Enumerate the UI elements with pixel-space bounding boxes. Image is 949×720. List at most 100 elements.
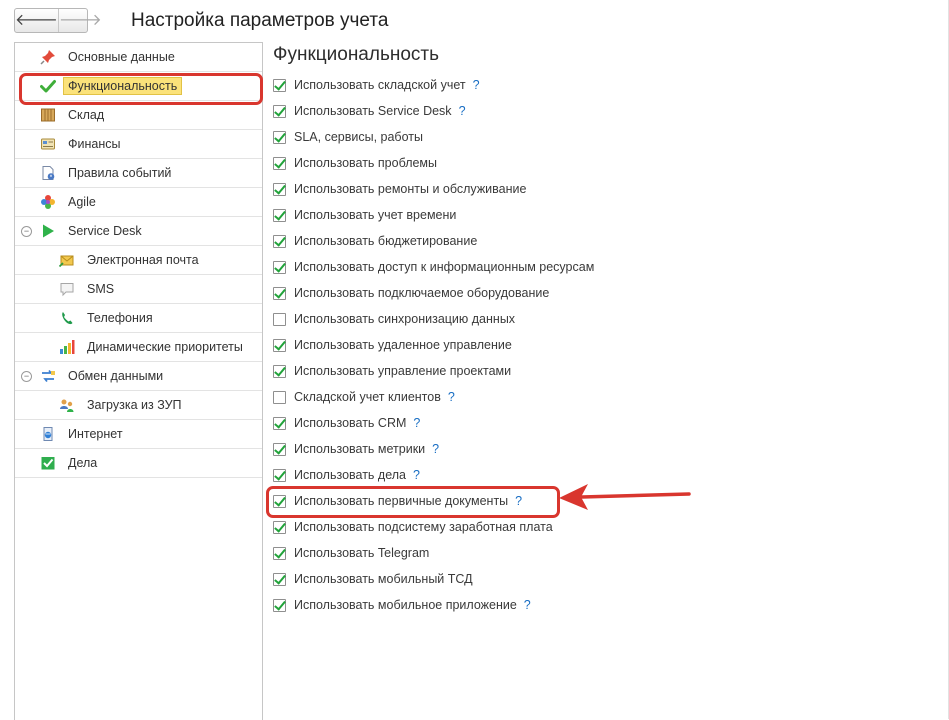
option-checkbox[interactable] (273, 338, 286, 352)
option-row: Использовать метрики? (273, 436, 594, 462)
option-label[interactable]: Использовать доступ к информационным рес… (294, 260, 594, 274)
sidebar-item-label: Интернет (68, 427, 123, 441)
option-checkbox[interactable] (273, 520, 286, 534)
option-checkbox[interactable] (273, 442, 286, 456)
option-label[interactable]: Использовать складской учет (294, 78, 466, 92)
option-label[interactable]: SLA, сервисы, работы (294, 130, 423, 144)
option-checkbox[interactable] (273, 572, 286, 586)
option-checkbox[interactable] (273, 390, 286, 404)
sidebar-item[interactable]: − Service Desk (15, 217, 262, 246)
option-label[interactable]: Использовать мобильный ТСД (294, 572, 473, 586)
sidebar-item[interactable]: Загрузка из ЗУП (15, 391, 262, 420)
option-checkbox[interactable] (273, 468, 286, 482)
option-label[interactable]: Использовать дела (294, 468, 406, 482)
sidebar-item-label: Динамические приоритеты (87, 340, 243, 354)
sidebar-item-label: Обмен данными (68, 369, 164, 383)
warehouse-icon (39, 106, 57, 124)
option-row: Использовать удаленное управление (273, 332, 594, 358)
help-icon[interactable]: ? (524, 598, 531, 612)
option-label[interactable]: Использовать CRM (294, 416, 406, 430)
sidebar-item[interactable]: Электронная почта (15, 246, 262, 275)
option-row: Использовать ремонты и обслуживание (273, 176, 594, 202)
finance-icon (39, 135, 57, 153)
help-icon[interactable]: ? (473, 78, 480, 92)
sidebar-item[interactable]: Интернет (15, 420, 262, 449)
help-icon[interactable]: ? (448, 390, 455, 404)
sidebar-item[interactable]: Телефония (15, 304, 262, 333)
collapse-toggle-icon[interactable]: − (21, 371, 32, 382)
option-checkbox[interactable] (273, 286, 286, 300)
option-label[interactable]: Использовать проблемы (294, 156, 437, 170)
collapse-toggle-icon[interactable]: − (21, 226, 32, 237)
sidebar-item-label: Дела (68, 456, 98, 470)
option-checkbox[interactable] (273, 598, 286, 612)
option-checkbox[interactable] (273, 234, 286, 248)
option-row: Использовать мобильный ТСД (273, 566, 594, 592)
option-label[interactable]: Использовать мобильное приложение (294, 598, 517, 612)
option-checkbox[interactable] (273, 364, 286, 378)
option-checkbox[interactable] (273, 260, 286, 274)
option-checkbox[interactable] (273, 312, 286, 326)
option-checkbox[interactable] (273, 208, 286, 222)
help-icon[interactable]: ? (459, 104, 466, 118)
bar-chart-icon (58, 338, 76, 356)
option-label[interactable]: Использовать синхронизацию данных (294, 312, 515, 326)
sidebar-item[interactable]: Agile (15, 188, 262, 217)
option-label[interactable]: Использовать ремонты и обслуживание (294, 182, 526, 196)
navigation-buttons: 🡐 🡒 (14, 8, 102, 33)
option-label[interactable]: Использовать Telegram (294, 546, 429, 560)
sidebar-item-label: SMS (87, 282, 115, 296)
sidebar-highlight-frame (19, 73, 263, 105)
option-row: Использовать синхронизацию данных (273, 306, 594, 332)
option-label[interactable]: Использовать подключаемое оборудование (294, 286, 549, 300)
help-icon[interactable]: ? (413, 468, 420, 482)
back-arrow-icon[interactable]: 🡐 (15, 9, 59, 32)
sidebar-item[interactable]: − Обмен данными (15, 362, 262, 391)
sidebar-item[interactable]: Склад (15, 101, 262, 130)
option-label[interactable]: Использовать бюджетирование (294, 234, 477, 248)
sidebar-item-label: Agile (68, 195, 96, 209)
option-label[interactable]: Складской учет клиентов (294, 390, 441, 404)
option-label[interactable]: Использовать подсистему заработная плата (294, 520, 553, 534)
help-icon[interactable]: ? (432, 442, 439, 456)
help-icon[interactable]: ? (413, 416, 420, 430)
option-row: Использовать Service Desk? (273, 98, 594, 124)
option-checkbox[interactable] (273, 104, 286, 118)
option-checkbox[interactable] (273, 416, 286, 430)
section-title: Функциональность (273, 44, 440, 65)
option-row: Использовать CRM? (273, 410, 594, 436)
option-label[interactable]: Использовать метрики (294, 442, 425, 456)
sidebar-item-label: Электронная почта (87, 253, 199, 267)
option-row: Складской учет клиентов? (273, 384, 594, 410)
sidebar-item-label: Основные данные (68, 50, 175, 64)
option-checkbox[interactable] (273, 130, 286, 144)
sms-bubble-icon (58, 280, 76, 298)
option-label[interactable]: Использовать учет времени (294, 208, 456, 222)
option-label[interactable]: Использовать Service Desk (294, 104, 452, 118)
option-row: Использовать Telegram (273, 540, 594, 566)
forward-arrow-icon[interactable]: 🡒 (59, 9, 102, 32)
sidebar-item[interactable]: Правила событий (15, 159, 262, 188)
option-row: Использовать доступ к информационным рес… (273, 254, 594, 280)
sidebar-item-label: Service Desk (68, 224, 142, 238)
option-row: SLA, сервисы, работы (273, 124, 594, 150)
agile-flower-icon (39, 193, 57, 211)
option-checkbox[interactable] (273, 78, 286, 92)
sidebar-item[interactable]: Основные данные (15, 43, 262, 72)
option-label[interactable]: Использовать удаленное управление (294, 338, 512, 352)
options-list: Использовать складской учет? Использовать… (273, 72, 594, 618)
sidebar-item[interactable]: SMS (15, 275, 262, 304)
option-checkbox[interactable] (273, 156, 286, 170)
sidebar-item-label: Склад (68, 108, 105, 122)
option-row: Использовать управление проектами (273, 358, 594, 384)
option-checkbox[interactable] (273, 182, 286, 196)
option-row: Использовать мобильное приложение? (273, 592, 594, 618)
sidebar: Основные данные Функциональность Склад Фина… (14, 42, 263, 720)
sidebar-item[interactable]: Финансы (15, 130, 262, 159)
users-import-icon (58, 396, 76, 414)
option-checkbox[interactable] (273, 546, 286, 560)
option-row: Использовать учет времени (273, 202, 594, 228)
sidebar-item[interactable]: Дела (15, 449, 262, 478)
sidebar-item[interactable]: Динамические приоритеты (15, 333, 262, 362)
option-label[interactable]: Использовать управление проектами (294, 364, 511, 378)
